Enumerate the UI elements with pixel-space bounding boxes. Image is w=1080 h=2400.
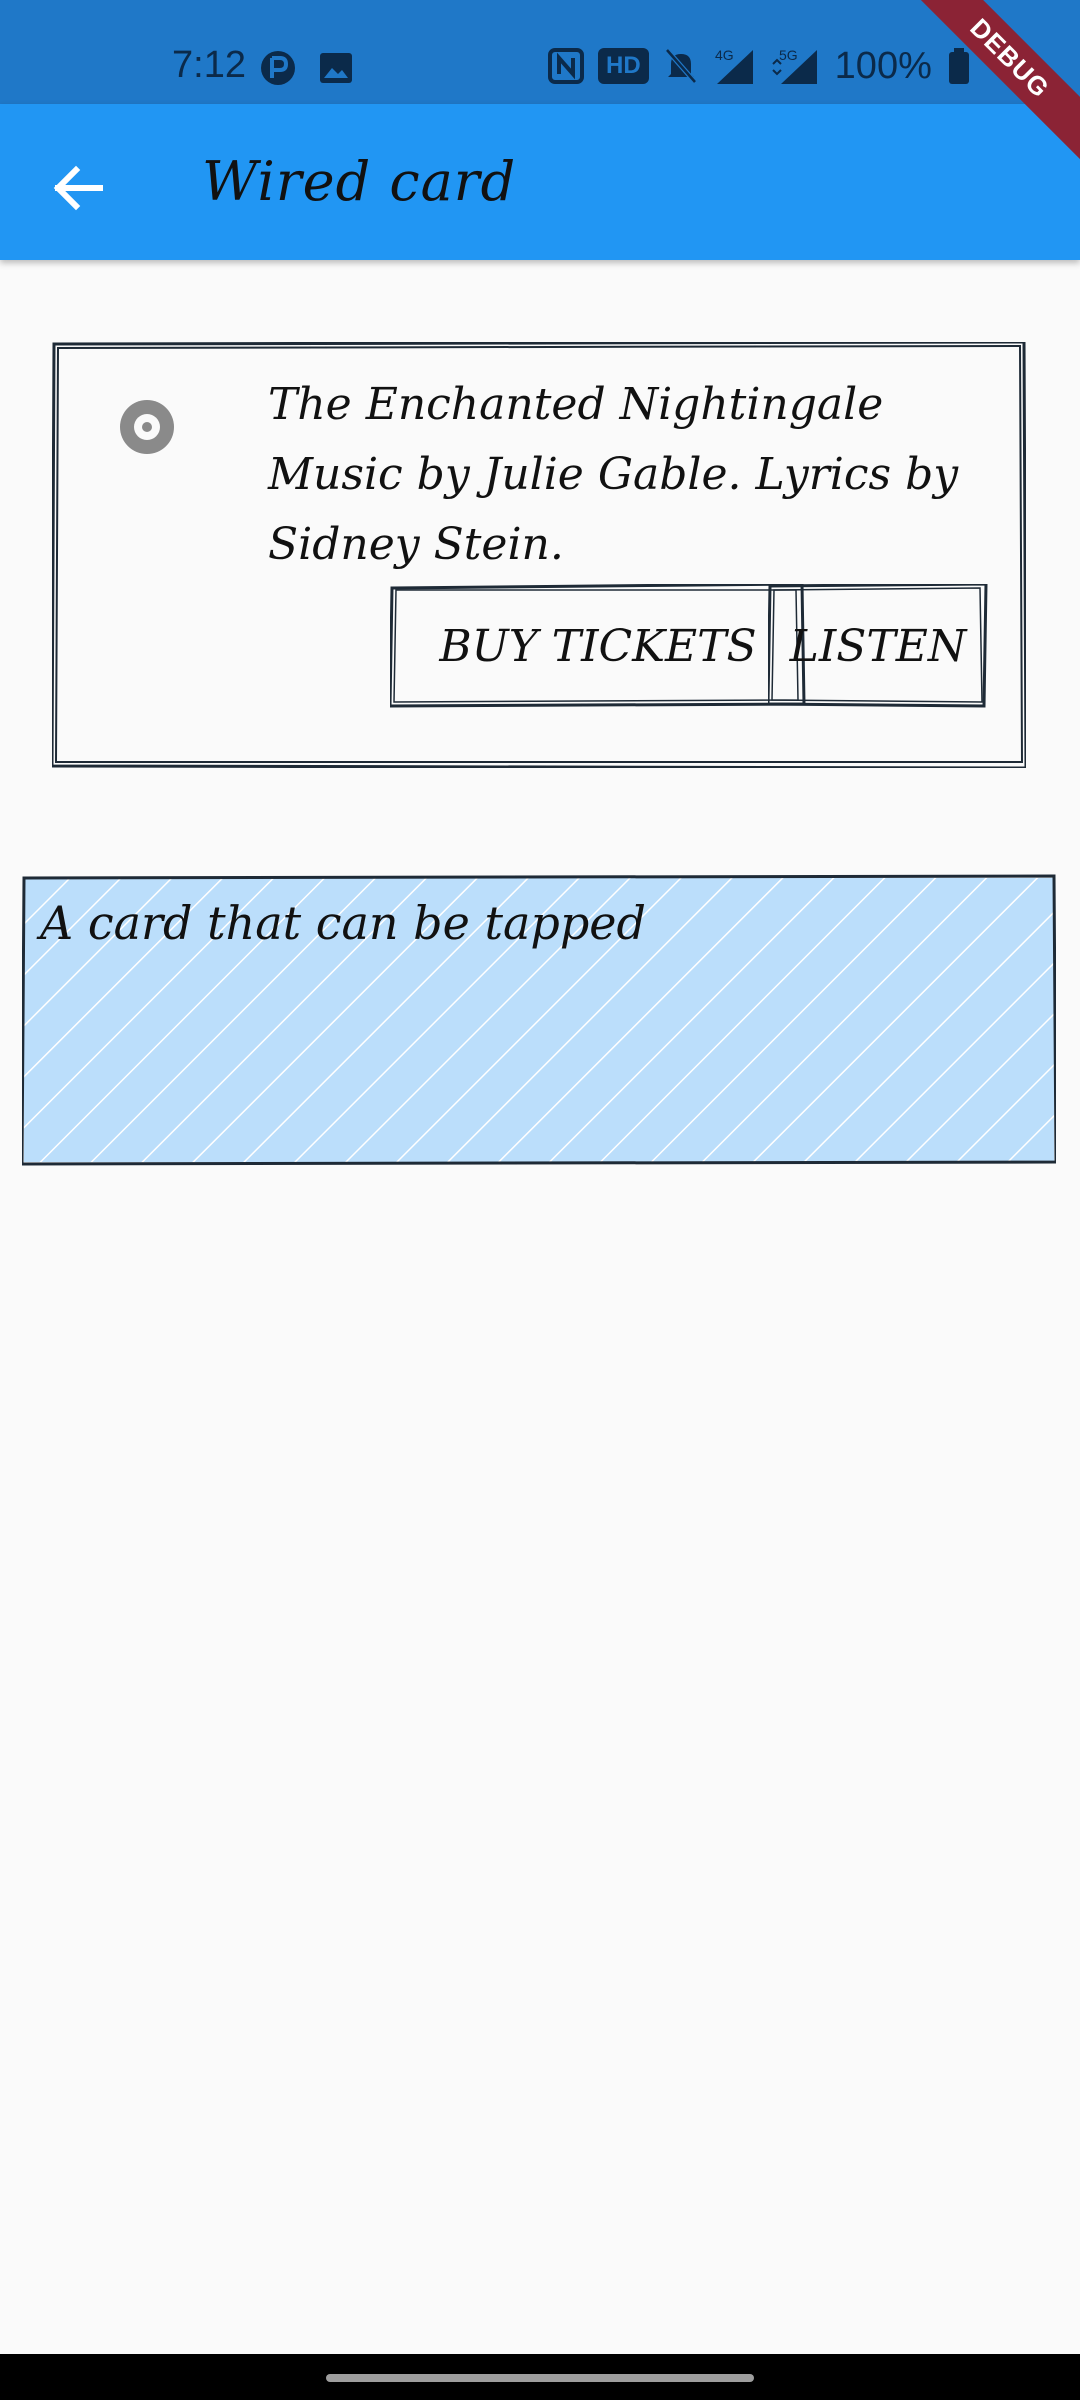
signal-4g-icon: 4G (715, 47, 753, 84)
buy-tickets-label: BUY TICKETS (439, 620, 757, 672)
buy-tickets-button[interactable]: BUY TICKETS (390, 584, 806, 708)
status-time: 7:12 (172, 44, 246, 86)
app-notification-icon (261, 51, 295, 85)
system-nav-bar (0, 2354, 1080, 2400)
status-right: HD 4G 5G 100% (548, 44, 972, 88)
svg-text:4G: 4G (715, 47, 734, 63)
battery-icon (948, 48, 969, 84)
svg-text:5G: 5G (779, 47, 798, 63)
bell-muted-icon (664, 48, 697, 84)
album-icon (120, 400, 174, 454)
tappable-card[interactable]: A card that can be tapped (22, 874, 1056, 1166)
nfc-icon (548, 48, 584, 84)
status-bar: 7:12 HD 4G 5G 100% (0, 0, 1080, 104)
image-icon (320, 53, 352, 83)
music-card: The Enchanted Nightingale Music by Julie… (52, 342, 1026, 768)
status-left-icons (258, 48, 368, 92)
card-description: The Enchanted Nightingale Music by Julie… (268, 379, 959, 570)
back-button[interactable] (40, 150, 116, 226)
app-bar: Wired card (0, 104, 1080, 260)
tappable-card-label: A card that can be tapped (40, 896, 646, 950)
listen-label: LISTEN (789, 620, 967, 672)
page-title: Wired card (202, 150, 517, 213)
home-indicator[interactable] (326, 2374, 754, 2382)
hd-badge: HD (598, 48, 649, 84)
signal-5g-icon: 5G (771, 47, 817, 84)
battery-percent: 100% (834, 44, 932, 87)
listen-button[interactable]: LISTEN (768, 584, 988, 708)
arrow-left-icon (53, 165, 103, 211)
